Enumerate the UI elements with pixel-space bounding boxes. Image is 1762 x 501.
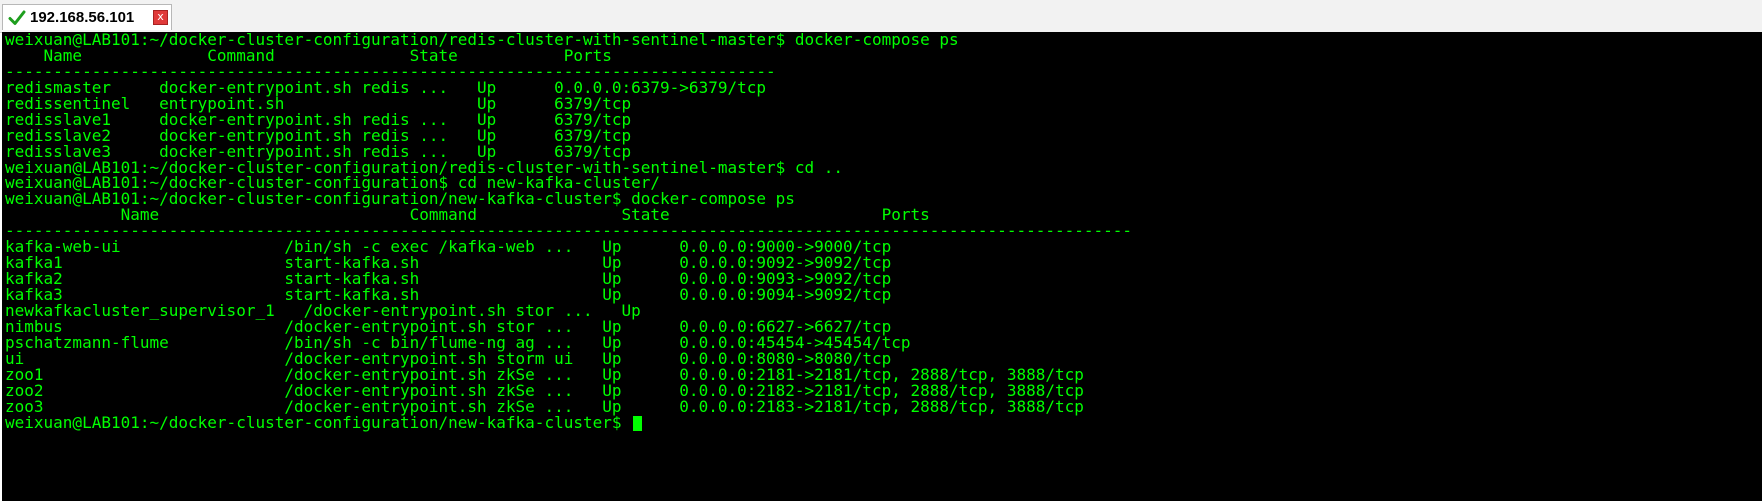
tab-bar: 192.168.56.101 x	[0, 0, 1762, 33]
close-tab-button[interactable]: x	[153, 10, 168, 25]
session-tab[interactable]: 192.168.56.101 x	[2, 4, 172, 30]
tab-title: 192.168.56.101	[30, 9, 135, 26]
ssh-terminal-window: 192.168.56.101 x weixuan@LAB101:~/docker…	[0, 0, 1762, 501]
terminal-screen[interactable]: weixuan@LAB101:~/docker-cluster-configur…	[2, 32, 1762, 501]
prompt-text: weixuan@LAB101:~/docker-cluster-configur…	[5, 412, 632, 432]
checkmark-icon	[8, 10, 26, 25]
text-cursor	[633, 415, 643, 431]
terminal-output: weixuan@LAB101:~/docker-cluster-configur…	[5, 32, 1132, 432]
command-prompt[interactable]: weixuan@LAB101:~/docker-cluster-configur…	[5, 412, 1132, 432]
